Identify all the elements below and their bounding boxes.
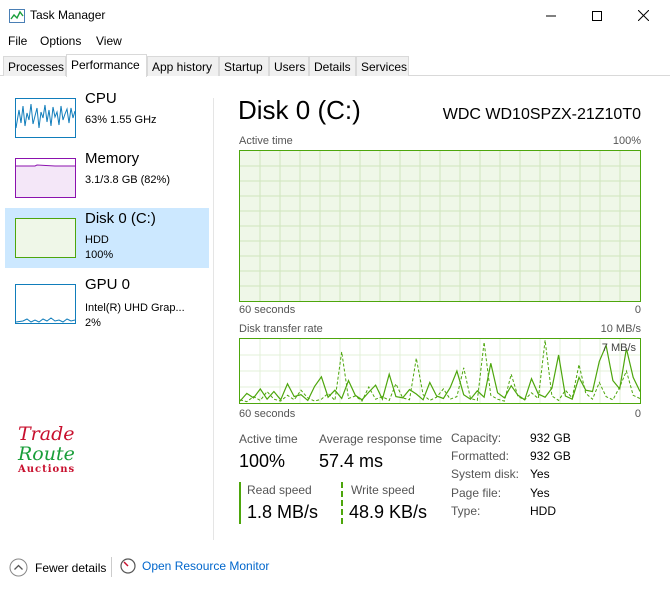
- transfer-rate-graph: 7 MB/s: [239, 338, 641, 404]
- avg-response-stat-label: Average response time: [319, 432, 443, 446]
- open-resource-monitor-link[interactable]: Open Resource Monitor: [120, 558, 269, 574]
- tab-strip: Processes Performance App history Startu…: [0, 54, 670, 77]
- active-time-min-label: 0: [634, 304, 641, 316]
- write-speed-marker: [341, 482, 343, 524]
- menu-view[interactable]: View: [96, 34, 122, 48]
- sidebar-item-cpu[interactable]: CPU 63% 1.55 GHz: [5, 88, 209, 148]
- page-title: Disk 0 (C:): [238, 95, 361, 125]
- active-time-stat-label: Active time: [239, 432, 298, 446]
- transfer-rate-min-label: 0: [634, 408, 641, 420]
- page-file-label: Page file:: [451, 486, 502, 500]
- title-bar: Task Manager: [0, 0, 670, 31]
- fewer-details-label: Fewer details: [35, 560, 107, 575]
- footer-divider: [111, 557, 112, 577]
- window-title: Task Manager: [30, 8, 106, 22]
- sidebar-item-gpu[interactable]: GPU 0 Intel(R) UHD Grap... 2%: [5, 274, 209, 334]
- minimize-button[interactable]: [528, 0, 574, 31]
- page-file-value: Yes: [530, 486, 550, 500]
- disk-usage-text: 100%: [85, 249, 114, 261]
- chevron-up-icon: [9, 558, 28, 577]
- tab-app-history[interactable]: App history: [147, 56, 219, 76]
- sidebar-item-label: Disk 0 (C:): [85, 210, 156, 227]
- open-resource-monitor-label: Open Resource Monitor: [142, 559, 270, 573]
- tab-startup[interactable]: Startup: [219, 56, 269, 76]
- memory-thumbnail-graph: [15, 158, 76, 198]
- sidebar-item-label: CPU: [85, 90, 117, 107]
- formatted-value: 932 GB: [530, 449, 571, 463]
- disk-thumbnail-graph: [15, 218, 76, 258]
- footer-bar: Fewer details Open Resource Monitor: [0, 553, 670, 583]
- maximize-button[interactable]: [574, 0, 620, 31]
- active-time-grid: [240, 151, 640, 301]
- tab-details[interactable]: Details: [309, 56, 356, 76]
- write-speed-label: Write speed: [351, 483, 415, 497]
- read-speed-value: 1.8 MB/s: [247, 502, 319, 522]
- system-disk-label: System disk:: [451, 467, 520, 481]
- system-disk-value: Yes: [530, 467, 550, 481]
- trade-route-logo: Trade Route Auctions: [18, 424, 88, 480]
- minimize-icon: [546, 15, 556, 16]
- cpu-usage-text: 63% 1.55 GHz: [85, 114, 157, 126]
- sidebar-item-label: Memory: [85, 150, 140, 167]
- resource-monitor-icon: [120, 558, 136, 574]
- disk-type-text: HDD: [85, 234, 109, 246]
- active-time-stat-value: 100%: [239, 451, 286, 471]
- sidebar-item-disk[interactable]: Disk 0 (C:) HDD 100%: [5, 208, 209, 268]
- task-manager-icon: [9, 9, 25, 23]
- sidebar-item-memory[interactable]: Memory 3.1/3.8 GB (82%): [5, 148, 209, 208]
- sidebar-divider: [213, 98, 214, 540]
- close-icon: [637, 10, 649, 21]
- logo-line-1: Trade: [18, 423, 75, 445]
- capacity-value: 932 GB: [530, 431, 571, 445]
- memory-usage-text: 3.1/3.8 GB (82%): [85, 174, 170, 186]
- tab-services[interactable]: Services: [356, 56, 409, 76]
- menu-bar: File Options View: [0, 31, 670, 51]
- cpu-thumbnail-graph: [15, 98, 76, 138]
- tab-processes[interactable]: Processes: [3, 56, 66, 76]
- write-speed-value: 48.9 KB/s: [349, 502, 428, 522]
- active-time-graph: [239, 150, 641, 302]
- formatted-label: Formatted:: [451, 449, 510, 463]
- transfer-rate-max-label: 10 MB/s: [600, 323, 641, 335]
- gpu-usage-text: 2%: [85, 317, 101, 329]
- transfer-rate-span-label: 60 seconds: [239, 408, 296, 420]
- disk-model: WDC WD10SPZX-21Z10T0: [442, 106, 641, 123]
- gpu-thumbnail-graph: [15, 284, 76, 324]
- transfer-rate-graph-label: Disk transfer rate: [239, 323, 323, 335]
- logo-line-2: Route: [18, 443, 75, 465]
- maximize-icon: [592, 10, 602, 21]
- tab-users[interactable]: Users: [269, 56, 309, 76]
- transfer-rate-mid-label: 7 MB/s: [601, 342, 636, 354]
- capacity-label: Capacity:: [451, 431, 502, 445]
- sidebar-item-label: GPU 0: [85, 276, 131, 293]
- close-button[interactable]: [620, 0, 666, 31]
- menu-options[interactable]: Options: [40, 34, 81, 48]
- active-time-graph-label: Active time: [239, 135, 293, 147]
- read-speed-marker: [239, 482, 241, 524]
- transfer-rate-chart: [239, 339, 641, 403]
- type-value: HDD: [530, 504, 556, 518]
- menu-file[interactable]: File: [8, 34, 27, 48]
- type-label: Type:: [451, 504, 481, 518]
- gpu-model-text: Intel(R) UHD Grap...: [85, 302, 185, 314]
- avg-response-stat-value: 57.4 ms: [319, 451, 384, 471]
- tab-performance[interactable]: Performance: [66, 54, 147, 77]
- active-time-max-label: 100%: [612, 135, 641, 147]
- fewer-details-button[interactable]: Fewer details: [9, 558, 106, 577]
- logo-line-3: Auctions: [18, 464, 76, 475]
- read-speed-label: Read speed: [247, 483, 312, 497]
- active-time-span-label: 60 seconds: [239, 304, 296, 316]
